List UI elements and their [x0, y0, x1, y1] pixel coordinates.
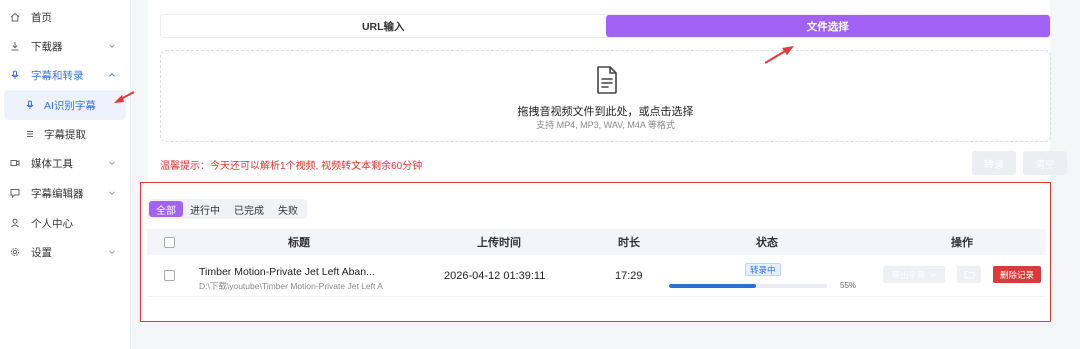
folder-icon: [964, 271, 974, 279]
filter-in-progress[interactable]: 进行中: [183, 201, 227, 217]
sidebar-item-subtitle-extract[interactable]: 字幕提取: [0, 119, 130, 149]
chevron-down-icon: [109, 191, 115, 196]
status-badge: 转录中: [745, 263, 781, 276]
row-path: D:\下载\youtube\Timber Motion-Private Jet …: [199, 281, 383, 291]
transcribe-button[interactable]: 转录: [972, 151, 1016, 175]
list-icon: [25, 129, 35, 139]
dropzone-formats: 支持 MP4, MP3, WAV, M4A 等格式: [536, 120, 675, 130]
row-upload-time: 2026-04-12 01:39:11: [444, 270, 546, 282]
sidebar-item-label: 媒体工具: [31, 157, 73, 170]
column-duration[interactable]: 时长: [589, 229, 669, 255]
clear-button[interactable]: 清空: [1023, 151, 1067, 175]
sidebar: 首页 下载器 字幕和转录 AI识别字幕 字幕提取 媒体工具 字幕编辑器 个人中心…: [0, 0, 131, 349]
filter-completed[interactable]: 已完成: [227, 201, 271, 217]
chevron-up-icon: [109, 73, 115, 77]
video-icon: [10, 158, 20, 168]
row-title: Timber Motion-Private Jet Left Aban...: [199, 266, 375, 278]
sidebar-item-label: AI识别字幕: [44, 99, 96, 112]
gear-icon: [10, 247, 20, 257]
download-icon: [10, 41, 20, 51]
filter-failed[interactable]: 失败: [271, 201, 305, 217]
file-dropzone[interactable]: 拖拽音视频文件到此处，或点击选择 支持 MP4, MP3, WAV, M4A 等…: [160, 50, 1051, 142]
open-folder-button[interactable]: [957, 266, 981, 283]
sidebar-item-subtitle-editor[interactable]: 字幕编辑器: [0, 178, 130, 208]
annotation-arrow: [114, 91, 135, 103]
sidebar-item-settings[interactable]: 设置: [0, 237, 130, 267]
delete-record-button[interactable]: 删除记录: [993, 266, 1041, 283]
mic-icon: [25, 100, 35, 110]
progress-fill: [669, 284, 756, 288]
table-header: 标题 上传时间 时长 状态 操作: [147, 229, 1046, 255]
progress-bar: [669, 284, 827, 288]
annotation-arrow: [764, 46, 794, 64]
sidebar-item-downloader[interactable]: 下载器: [0, 31, 130, 61]
chevron-down-icon: [109, 250, 115, 255]
source-segmented-control: URL输入 文件选择: [160, 14, 1051, 38]
sidebar-item-profile[interactable]: 个人中心: [0, 208, 130, 238]
mic-icon: [10, 70, 20, 80]
dropzone-title: 拖拽音视频文件到此处，或点击选择: [517, 106, 694, 118]
records-panel: 全部 进行中 已完成 失败 标题 上传时间 时长 状态 操作 Timber Mo…: [140, 182, 1051, 322]
row-checkbox[interactable]: [164, 270, 175, 281]
sidebar-item-label: 字幕编辑器: [31, 187, 84, 200]
upload-card: URL输入 文件选择 拖拽音视频文件到此处，或点击选择 支持 MP4, MP3,…: [148, 0, 1067, 186]
sidebar-item-subtitles[interactable]: 字幕和转录: [0, 60, 130, 90]
home-icon: [10, 12, 20, 22]
chevron-down-icon: [929, 272, 936, 277]
sidebar-item-label: 设置: [31, 246, 52, 259]
chat-icon: [10, 188, 20, 198]
chevron-down-icon: [109, 44, 115, 49]
tab-file-select[interactable]: 文件选择: [605, 15, 1050, 37]
sidebar-item-home[interactable]: 首页: [0, 2, 130, 32]
progress-percent: 55%: [840, 281, 857, 290]
column-status: 状态: [756, 237, 778, 249]
user-icon: [10, 218, 20, 228]
sidebar-item-ai-subtitles[interactable]: AI识别字幕: [4, 90, 126, 120]
sidebar-item-label: 首页: [31, 11, 52, 24]
quota-hint: 温馨提示：今天还可以解析1个视频, 视频转文本剩余60分钟: [160, 161, 423, 172]
export-subtitles-button[interactable]: 导出字幕: [883, 266, 945, 283]
sidebar-item-label: 下载器: [31, 40, 63, 53]
filter-all[interactable]: 全部: [149, 201, 183, 217]
column-title[interactable]: 标题: [189, 229, 409, 255]
sidebar-item-media-tools[interactable]: 媒体工具: [0, 148, 130, 178]
main-content: URL输入 文件选择 拖拽音视频文件到此处，或点击选择 支持 MP4, MP3,…: [131, 0, 1080, 349]
row-duration: 17:29: [615, 270, 643, 282]
tab-url-input[interactable]: URL输入: [161, 15, 606, 37]
column-upload-time[interactable]: 上传时间: [419, 229, 579, 255]
table-row: Timber Motion-Private Jet Left Aban... D…: [147, 255, 1046, 297]
chevron-down-icon: [109, 161, 115, 166]
sidebar-item-label: 字幕和转录: [31, 69, 84, 82]
document-icon: [597, 66, 617, 94]
column-ops: 操作: [951, 237, 973, 249]
status-filter: 全部 进行中 已完成 失败: [147, 199, 307, 219]
sidebar-item-label: 个人中心: [31, 217, 73, 230]
select-all-checkbox[interactable]: [159, 229, 179, 255]
sidebar-item-label: 字幕提取: [44, 128, 86, 141]
